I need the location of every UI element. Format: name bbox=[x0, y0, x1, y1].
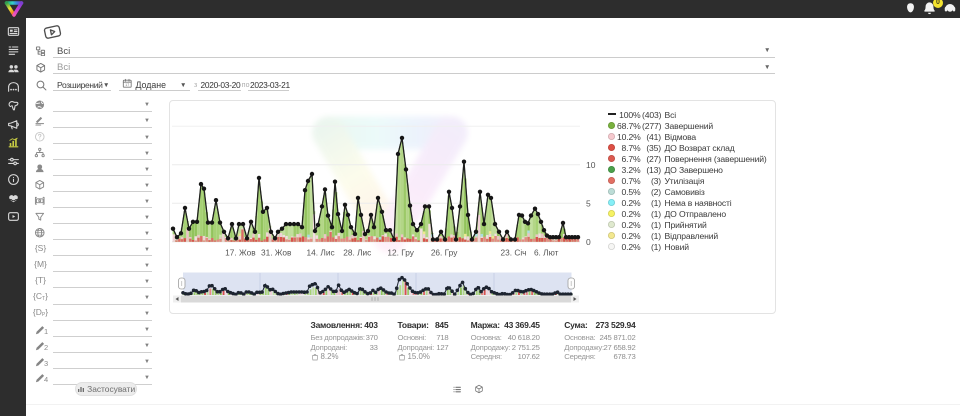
svg-text:14. Лис: 14. Лис bbox=[307, 248, 335, 258]
svg-text:17: 17 bbox=[125, 83, 129, 87]
svg-text:10: 10 bbox=[586, 160, 596, 170]
svg-text:28. Лис: 28. Лис bbox=[343, 248, 371, 258]
svg-text:23. Січ: 23. Січ bbox=[501, 248, 527, 258]
svg-text:6. Лют: 6. Лют bbox=[534, 248, 559, 258]
svg-text:31. Жов: 31. Жов bbox=[261, 248, 292, 258]
svg-text:17. Жов: 17. Жов bbox=[225, 248, 256, 258]
svg-text:5: 5 bbox=[586, 198, 591, 208]
svg-text:12. Гру: 12. Гру bbox=[387, 248, 414, 258]
svg-text:26. Гру: 26. Гру bbox=[431, 248, 458, 258]
svg-text:0: 0 bbox=[586, 237, 591, 247]
